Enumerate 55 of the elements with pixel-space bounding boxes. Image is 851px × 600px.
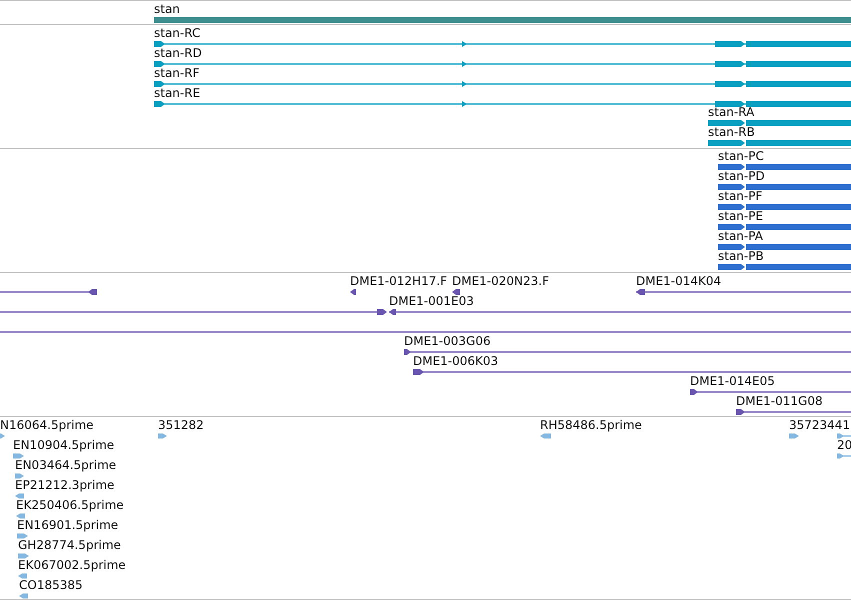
est-arrow[interactable] bbox=[17, 531, 28, 541]
feature-label: N16064.5prime bbox=[0, 418, 94, 432]
feature-label: GH28774.5prime bbox=[18, 538, 121, 552]
est-arrow[interactable] bbox=[837, 431, 851, 441]
feature-label: EN03464.5prime bbox=[15, 458, 116, 472]
est-arrow[interactable] bbox=[18, 551, 29, 561]
feature-label: CO185385 bbox=[19, 578, 83, 592]
feature-label: DME1-006K03 bbox=[413, 354, 498, 368]
feature-label: DME1-020N23.F bbox=[452, 274, 550, 288]
protein-bar[interactable] bbox=[718, 202, 851, 212]
feature-label: stan-PF bbox=[718, 189, 762, 203]
feature-label: 351282 bbox=[158, 418, 204, 432]
gene-bar[interactable] bbox=[154, 15, 851, 24]
feature-label: stan-RC bbox=[154, 26, 200, 40]
feature-label: EN10904.5prime bbox=[13, 438, 114, 452]
est-arrow[interactable] bbox=[18, 571, 27, 581]
feature-label: stan bbox=[154, 2, 180, 16]
transcript-glyph[interactable] bbox=[154, 99, 851, 109]
protein-bar[interactable] bbox=[718, 162, 851, 172]
est-arrow[interactable] bbox=[13, 451, 24, 461]
feature-label: stan-RE bbox=[154, 86, 200, 100]
transcript-glyph[interactable] bbox=[154, 39, 851, 49]
feature-label: DME1-003G06 bbox=[404, 334, 491, 348]
transcript-glyph[interactable] bbox=[708, 138, 851, 148]
protein-bar[interactable] bbox=[718, 262, 851, 272]
feature-label: DME1-012H17.F bbox=[350, 274, 448, 288]
est-arrow[interactable] bbox=[16, 511, 25, 521]
feature-label: stan-RB bbox=[708, 125, 755, 139]
feature-label: DME1-001E03 bbox=[389, 294, 474, 308]
feature-label: EN16901.5prime bbox=[17, 518, 118, 532]
feature-label: RH58486.5prime bbox=[540, 418, 642, 432]
feature-label: stan-PD bbox=[718, 169, 765, 183]
feature-label: stan-PC bbox=[718, 149, 764, 163]
feature-label: DME1-011G08 bbox=[736, 394, 823, 408]
transcript-glyph[interactable] bbox=[708, 118, 851, 128]
feature-label: 35723441 bbox=[789, 418, 850, 432]
feature-label: DME1-014E05 bbox=[690, 374, 775, 388]
transcript-glyph[interactable] bbox=[154, 79, 851, 89]
est-arrow[interactable] bbox=[15, 491, 24, 501]
feature-label: stan-RF bbox=[154, 66, 200, 80]
feature-label: stan-PA bbox=[718, 229, 763, 243]
feature-label: stan-PE bbox=[718, 209, 764, 223]
clone-glyph[interactable] bbox=[452, 287, 461, 297]
feature-label: stan-RD bbox=[154, 46, 202, 60]
feature-label: DME1-014K04 bbox=[636, 274, 722, 288]
feature-label: stan-PB bbox=[718, 249, 764, 263]
est-arrow[interactable] bbox=[15, 471, 24, 481]
feature-label: EK067002.5prime bbox=[18, 558, 126, 572]
protein-bar[interactable] bbox=[718, 242, 851, 252]
feature-label: EK250406.5prime bbox=[16, 498, 124, 512]
protein-bar[interactable] bbox=[718, 182, 851, 192]
transcript-glyph[interactable] bbox=[154, 59, 851, 69]
feature-label: stan-RA bbox=[708, 105, 754, 119]
protein-bar[interactable] bbox=[718, 222, 851, 232]
feature-label: EP21212.3prime bbox=[15, 478, 114, 492]
